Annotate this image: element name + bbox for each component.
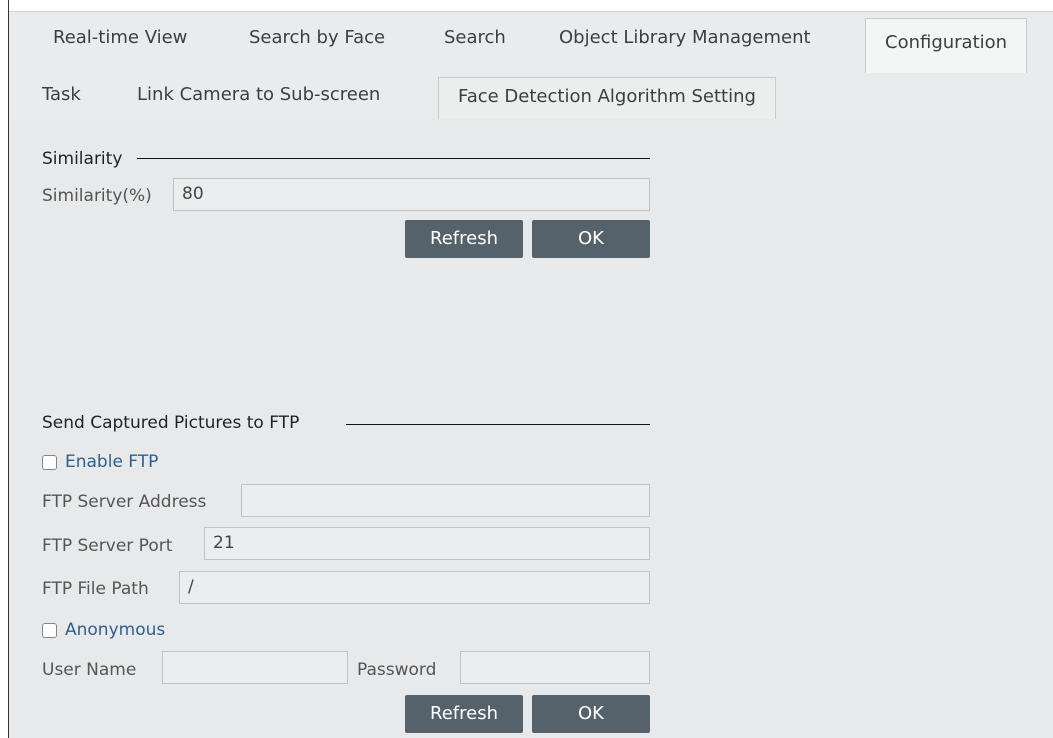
- ftp-server-address-label: FTP Server Address: [42, 492, 207, 512]
- ftp-ok-button[interactable]: OK: [532, 695, 650, 733]
- password-input[interactable]: [460, 651, 650, 684]
- tab-search[interactable]: Search: [444, 27, 506, 48]
- similarity-input[interactable]: 80: [173, 178, 650, 211]
- similarity-section-divider: [137, 158, 650, 159]
- enable-ftp-checkbox[interactable]: [42, 454, 57, 470]
- anonymous-row[interactable]: Anonymous: [42, 620, 165, 640]
- subtab-task[interactable]: Task: [42, 84, 81, 105]
- tab-object-library-management[interactable]: Object Library Management: [559, 27, 811, 48]
- subtab-face-detection-algorithm-setting[interactable]: Face Detection Algorithm Setting: [438, 77, 776, 120]
- sub-tab-bar: Task Link Camera to Sub-screen Face Dete…: [9, 73, 1053, 120]
- anonymous-label[interactable]: Anonymous: [65, 620, 165, 640]
- enable-ftp-row[interactable]: Enable FTP: [42, 452, 158, 472]
- ftp-file-path-input[interactable]: /: [179, 571, 650, 604]
- ftp-file-path-label: FTP File Path: [42, 579, 149, 599]
- user-name-input[interactable]: [162, 651, 348, 684]
- settings-panel: Similarity Similarity(%) 80 Refresh OK S…: [9, 119, 1053, 738]
- main-tab-bar: Real-time View Search by Face Search Obj…: [9, 11, 1053, 74]
- ftp-refresh-button[interactable]: Refresh: [405, 695, 523, 733]
- tab-real-time-view[interactable]: Real-time View: [53, 27, 187, 48]
- ftp-section-title: Send Captured Pictures to FTP: [42, 413, 300, 433]
- similarity-label: Similarity(%): [42, 186, 152, 206]
- top-strip: [9, 0, 1053, 11]
- subtab-link-camera-to-sub-screen[interactable]: Link Camera to Sub-screen: [137, 84, 380, 105]
- tab-configuration[interactable]: Configuration: [865, 18, 1028, 74]
- enable-ftp-label[interactable]: Enable FTP: [65, 452, 158, 472]
- user-name-label: User Name: [42, 660, 137, 680]
- similarity-ok-button[interactable]: OK: [532, 220, 650, 258]
- anonymous-checkbox[interactable]: [42, 622, 57, 638]
- tab-search-by-face[interactable]: Search by Face: [249, 27, 385, 48]
- ftp-section-divider: [346, 424, 650, 425]
- ftp-server-address-input[interactable]: [241, 484, 650, 517]
- ftp-server-port-label: FTP Server Port: [42, 536, 173, 556]
- password-label: Password: [357, 660, 437, 680]
- similarity-refresh-button[interactable]: Refresh: [405, 220, 523, 258]
- app-window: Real-time View Search by Face Search Obj…: [8, 0, 1053, 738]
- similarity-section-title: Similarity: [42, 149, 123, 169]
- ftp-server-port-input[interactable]: 21: [204, 527, 650, 560]
